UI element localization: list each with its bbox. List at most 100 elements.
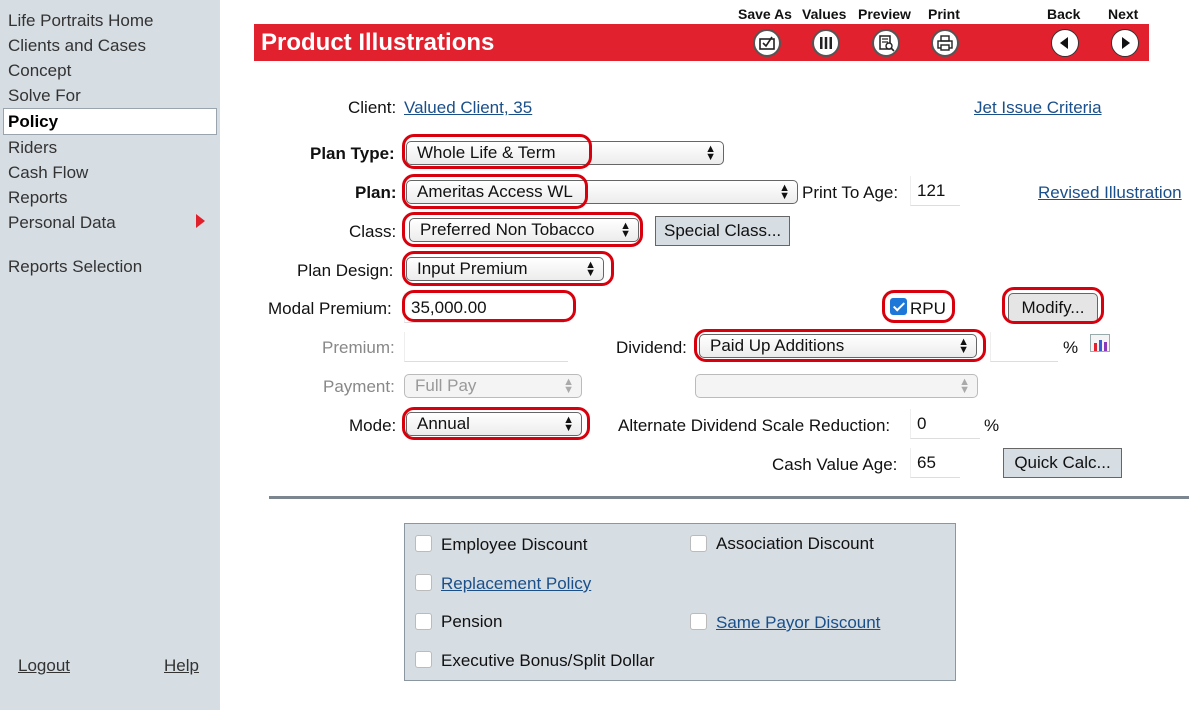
values-button[interactable] <box>812 29 840 57</box>
cash-value-age-input[interactable] <box>910 448 960 478</box>
replacement-policy-link[interactable]: Replacement Policy <box>441 574 591 594</box>
select-arrows-icon: ▲ ▼ <box>705 143 716 163</box>
dividend-label: Dividend: <box>616 338 687 357</box>
premium-input[interactable] <box>404 332 568 362</box>
sidebar-item-riders[interactable]: Riders <box>8 138 57 158</box>
executive-bonus-checkbox[interactable] <box>415 651 432 668</box>
next-button[interactable] <box>1111 29 1139 57</box>
mode-select[interactable]: Annual ▲ ▼ <box>406 412 582 436</box>
payment-select[interactable]: Full Pay ▲ ▼ <box>404 374 582 398</box>
cash-value-age-label: Cash Value Age: <box>772 455 898 474</box>
client-link[interactable]: Valued Client, 35 <box>404 98 532 118</box>
header-banner: Product Illustrations <box>254 24 1149 61</box>
association-discount-label: Association Discount <box>716 534 874 553</box>
sidebar-item-clients-and-cases[interactable]: Clients and Cases <box>8 36 146 56</box>
section-divider <box>269 496 1189 499</box>
rpu-label: RPU <box>910 299 946 318</box>
save-as-button[interactable] <box>753 29 781 57</box>
class-value: Preferred Non Tobacco <box>420 220 595 239</box>
logout-link[interactable]: Logout <box>18 656 70 676</box>
select-arrows-icon: ▲ ▼ <box>779 182 790 202</box>
employee-discount-label: Employee Discount <box>441 535 588 554</box>
print-to-age-label: Print To Age: <box>802 183 899 202</box>
bar-chart-icon <box>1094 340 1107 351</box>
plan-design-select[interactable]: Input Premium ▲ ▼ <box>406 257 604 281</box>
quick-calc-button[interactable]: Quick Calc... <box>1003 448 1122 478</box>
sidebar-item-life-portraits-home[interactable]: Life Portraits Home <box>8 11 154 31</box>
dividend-value: Paid Up Additions <box>710 336 845 355</box>
sidebar-item-solve-for[interactable]: Solve For <box>8 86 81 106</box>
print-to-age-input[interactable] <box>910 176 960 206</box>
same-payor-discount-link[interactable]: Same Payor Discount <box>716 613 880 633</box>
sidebar-item-policy[interactable]: Policy <box>3 108 217 135</box>
dividend-select[interactable]: Paid Up Additions ▲ ▼ <box>699 334 977 358</box>
alt-dividend-input[interactable] <box>910 409 980 439</box>
rpu-checkbox[interactable] <box>890 298 907 315</box>
preview-label: Preview <box>858 6 911 22</box>
print-button[interactable] <box>931 29 959 57</box>
select-arrows-icon: ▲ ▼ <box>959 376 970 396</box>
jet-issue-criteria-link[interactable]: Jet Issue Criteria <box>974 98 1102 118</box>
revised-illustration-link[interactable]: Revised Illustration <box>1038 183 1182 203</box>
pension-label: Pension <box>441 612 503 631</box>
back-arrow-icon <box>1060 37 1068 49</box>
premium-label: Premium: <box>322 338 395 357</box>
mode-value: Annual <box>417 414 470 433</box>
values-icon <box>820 37 832 49</box>
employee-discount-checkbox[interactable] <box>415 535 432 552</box>
payment-label: Payment: <box>323 377 395 396</box>
plan-type-label: Plan Type: <box>310 144 395 163</box>
association-discount-checkbox[interactable] <box>690 535 707 552</box>
plan-select[interactable]: Ameritas Access WL ▲ ▼ <box>406 180 798 204</box>
plan-design-label: Plan Design: <box>297 261 394 280</box>
plan-type-value: Whole Life & Term <box>417 143 556 162</box>
alt-dividend-label: Alternate Dividend Scale Reduction: <box>618 416 891 435</box>
dividend-chart-icon[interactable] <box>1090 334 1110 352</box>
class-select[interactable]: Preferred Non Tobacco ▲ ▼ <box>409 218 639 242</box>
sidebar-item-personal-data[interactable]: Personal Data <box>8 213 116 233</box>
select-arrows-icon: ▲ ▼ <box>585 259 596 279</box>
select-arrows-icon: ▲ ▼ <box>620 220 631 240</box>
payment-secondary-select[interactable]: ▲ ▼ <box>695 374 978 398</box>
sidebar: Life Portraits Home Clients and Cases Co… <box>0 0 220 710</box>
page-title: Product Illustrations <box>261 29 495 56</box>
plan-value: Ameritas Access WL <box>417 182 573 201</box>
submenu-arrow-icon <box>196 214 205 228</box>
sidebar-item-reports[interactable]: Reports <box>8 188 68 208</box>
special-class-button[interactable]: Special Class... <box>655 216 791 246</box>
dividend-percent-sign: % <box>1063 338 1079 357</box>
next-label: Next <box>1108 6 1139 22</box>
back-button[interactable] <box>1051 29 1079 57</box>
preview-icon <box>879 35 895 52</box>
pension-checkbox[interactable] <box>415 613 432 630</box>
same-payor-discount-checkbox[interactable] <box>690 613 707 630</box>
plan-type-select[interactable]: Whole Life & Term ▲ ▼ <box>406 141 724 165</box>
replacement-policy-checkbox[interactable] <box>415 574 432 591</box>
help-link[interactable]: Help <box>164 656 199 676</box>
printer-icon <box>937 35 953 51</box>
select-arrows-icon: ▲ ▼ <box>958 336 969 356</box>
sidebar-item-reports-selection[interactable]: Reports Selection <box>8 257 142 277</box>
executive-bonus-label: Executive Bonus/Split Dollar <box>441 651 655 670</box>
modal-premium-input[interactable] <box>404 293 564 323</box>
payment-value: Full Pay <box>415 376 477 395</box>
sidebar-item-concept[interactable]: Concept <box>8 61 71 81</box>
print-label: Print <box>928 6 960 22</box>
select-arrows-icon: ▲ ▼ <box>563 414 574 434</box>
save-as-label: Save As <box>738 6 792 22</box>
dividend-percent-input[interactable] <box>990 332 1058 362</box>
plan-design-value: Input Premium <box>417 259 528 278</box>
mode-label: Mode: <box>349 416 397 435</box>
back-label: Back <box>1047 6 1081 22</box>
select-arrows-icon: ▲ ▼ <box>563 376 574 396</box>
values-label: Values <box>802 6 847 22</box>
plan-label: Plan: <box>355 183 397 202</box>
next-arrow-icon <box>1122 37 1130 49</box>
preview-button[interactable] <box>872 29 900 57</box>
save-as-icon <box>759 36 775 50</box>
client-label: Client: <box>348 98 397 117</box>
sidebar-item-cash-flow[interactable]: Cash Flow <box>8 163 88 183</box>
modify-button[interactable]: Modify... <box>1008 293 1098 323</box>
modal-premium-label: Modal Premium: <box>268 299 392 318</box>
class-label: Class: <box>349 222 397 241</box>
